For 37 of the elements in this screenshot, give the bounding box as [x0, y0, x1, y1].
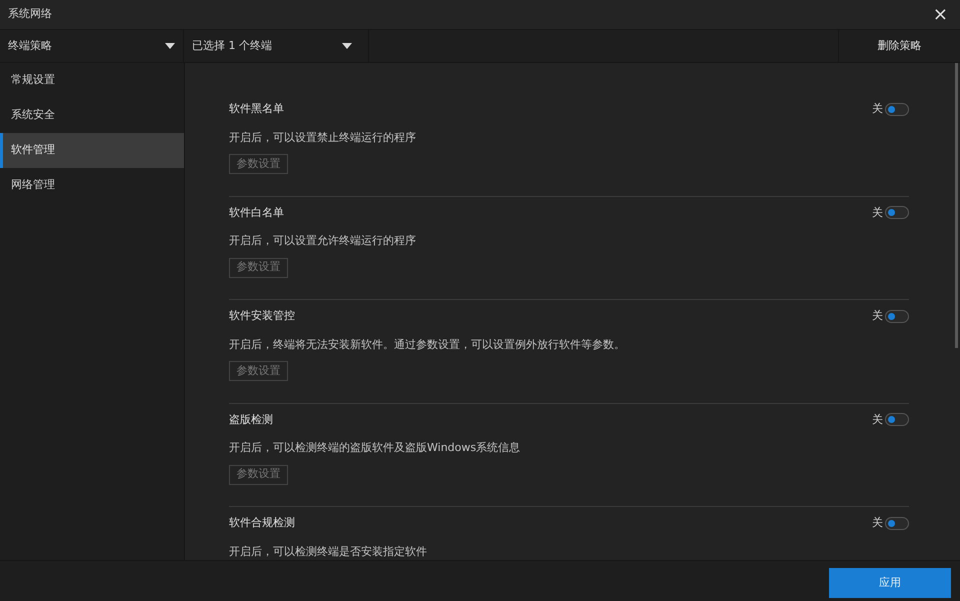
delete-policy-button[interactable]: 删除策略 — [838, 30, 960, 62]
toggle-switch[interactable] — [885, 516, 909, 530]
toggle-switch[interactable] — [885, 102, 909, 116]
parameter-settings-button[interactable]: 参数设置 — [229, 464, 288, 484]
section-title: 盗版检测 — [229, 412, 273, 428]
dropdown-caret-icon — [165, 43, 175, 49]
section-title: 软件合规检测 — [229, 515, 295, 531]
apply-button[interactable]: 应用 — [829, 568, 951, 598]
toggle-switch[interactable] — [885, 310, 909, 323]
toggle-label: 关 — [872, 308, 883, 324]
section-title: 软件安装管控 — [229, 308, 295, 324]
section-description: 开启后，可以设置禁止终端运行的程序 — [229, 130, 417, 146]
section-title: 软件黑名单 — [229, 101, 284, 117]
close-button[interactable]: × — [932, 6, 948, 24]
section-description: 开启后，可以检测终端是否安装指定软件 — [229, 544, 428, 560]
toggle-switch[interactable] — [885, 206, 909, 220]
section-description: 开启后，可以检测终端的盗版软件及盗版Windows系统信息 — [229, 440, 522, 456]
section-description: 开启后，可以设置允许终端运行的程序 — [229, 233, 417, 249]
sidebar-item[interactable]: 常规设置 — [0, 63, 184, 98]
policy-dropdown[interactable]: 终端策略 — [0, 30, 184, 62]
toggle-label: 关 — [872, 101, 883, 117]
sidebar-item[interactable]: 网络管理 — [0, 168, 184, 203]
parameter-settings-button[interactable]: 参数设置 — [229, 361, 288, 381]
parameter-settings-button[interactable]: 参数设置 — [229, 258, 288, 278]
toggle-label: 关 — [872, 412, 883, 428]
toggle-label: 关 — [872, 515, 883, 531]
sidebar-item[interactable]: 软件管理 — [0, 133, 184, 168]
toggle-switch[interactable] — [885, 413, 909, 426]
sidebar-item[interactable]: 系统安全 — [0, 98, 184, 133]
window-title: 系统网络 — [8, 6, 52, 22]
dropdown-caret-icon — [342, 43, 352, 49]
parameter-settings-button[interactable]: 参数设置 — [229, 154, 288, 174]
toggle-label: 关 — [872, 204, 883, 220]
section-description: 开启后，终端将无法安装新软件。通过参数设置，可以设置例外放行软件等参数。 — [229, 336, 626, 352]
scrollbar[interactable] — [955, 63, 958, 348]
section-title: 软件白名单 — [229, 204, 284, 220]
terminal-dropdown[interactable]: 已选择 1 个终端 — [184, 30, 369, 62]
